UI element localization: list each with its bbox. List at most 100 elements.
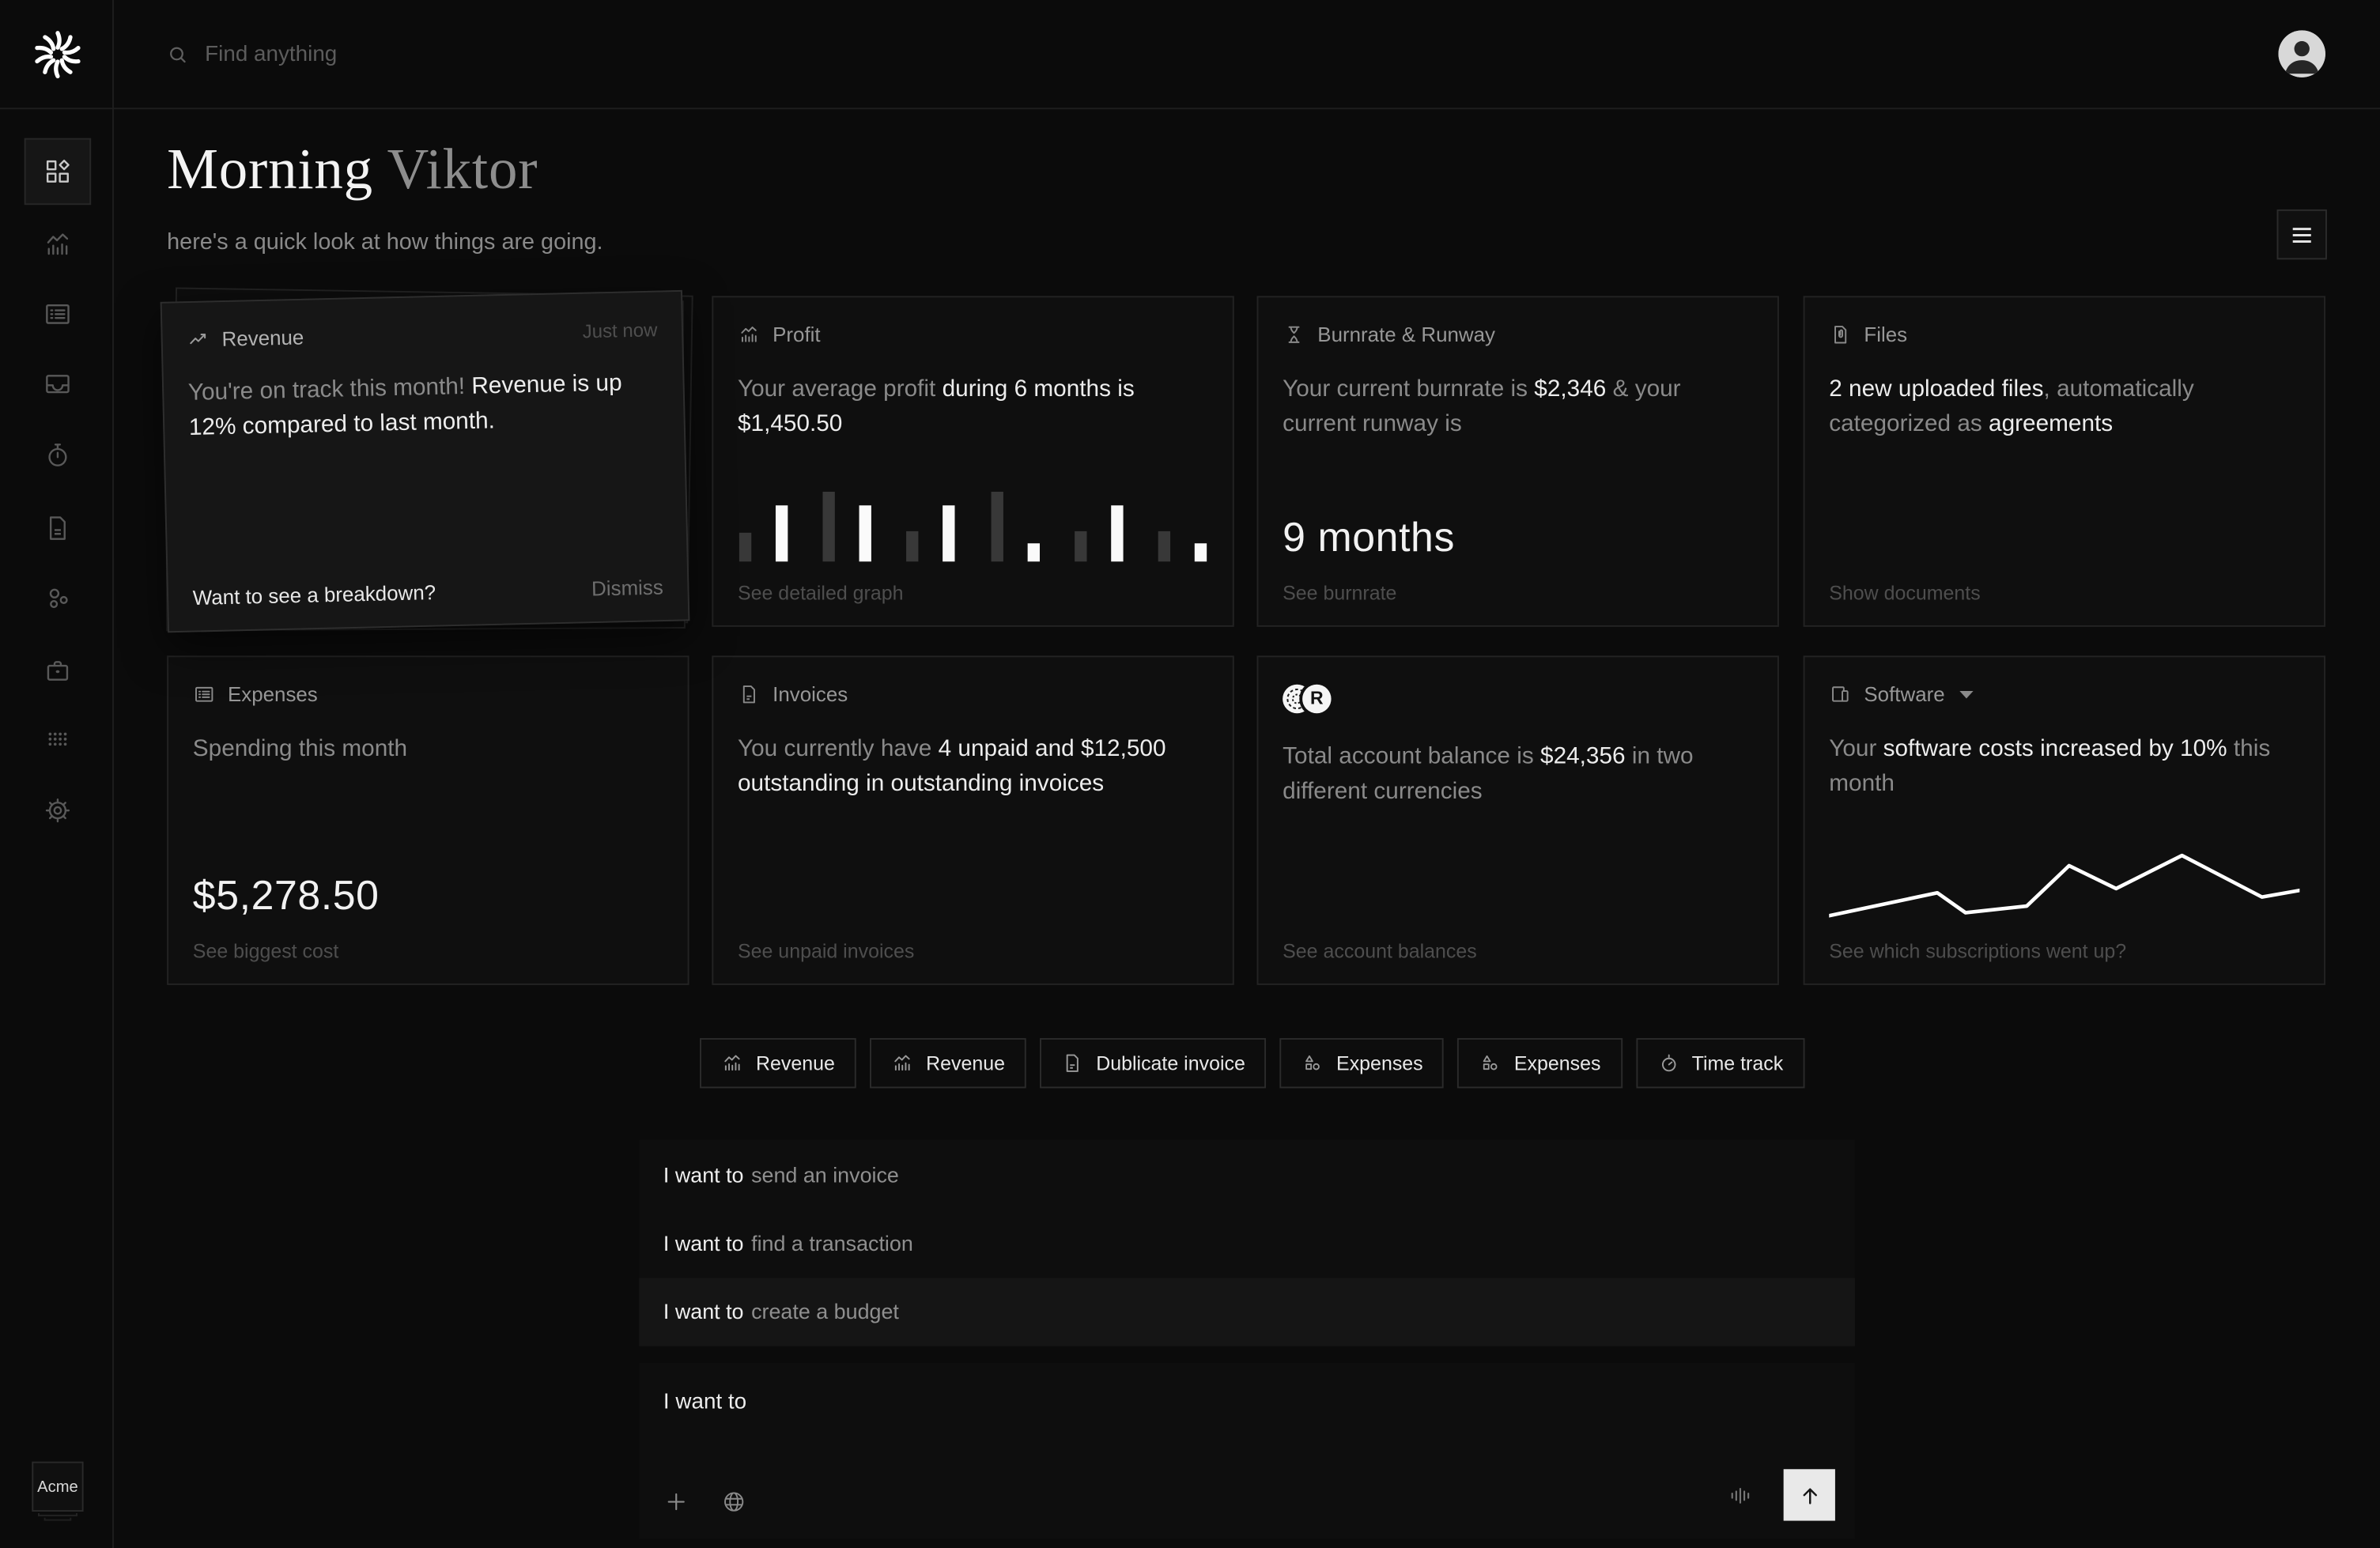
card-title-label: Files — [1864, 323, 1907, 346]
plus-icon[interactable] — [663, 1489, 689, 1515]
sidebar-item-inbox[interactable] — [25, 350, 91, 417]
sidebar-item-transactions[interactable] — [25, 281, 91, 347]
search-input[interactable] — [205, 43, 690, 67]
inbox-icon — [43, 368, 73, 398]
sidebar-item-customers[interactable] — [25, 564, 91, 631]
revenue-notification-card[interactable]: Revenue Just now You're on track this mo… — [161, 290, 690, 632]
arrow-up-icon — [1796, 1482, 1823, 1508]
show-documents-link[interactable]: Show documents — [1829, 581, 2299, 604]
see-biggest-cost-link[interactable]: See biggest cost — [193, 939, 663, 962]
hourglass-icon — [1283, 323, 1305, 346]
revenue-action-button[interactable]: Revenue — [700, 1038, 856, 1088]
duplicate-invoice-action-button[interactable]: Dublicate invoice — [1040, 1038, 1267, 1088]
notification-question[interactable]: Want to see a breakdown? — [192, 581, 436, 610]
sidebar-item-time-tracker[interactable] — [25, 422, 91, 489]
card-title-label: Invoices — [773, 683, 848, 706]
card-text-muted: Spending this month — [193, 736, 407, 762]
layout-menu-button[interactable] — [2277, 210, 2327, 259]
caret-down-icon[interactable] — [1960, 690, 1974, 700]
document-icon — [1061, 1052, 1084, 1074]
expenses-card: Expenses Spending this month $5,278.50 S… — [167, 655, 689, 985]
spending-value: $5,278.50 — [193, 873, 663, 920]
action-label: Dublicate invoice — [1096, 1052, 1245, 1074]
sidebar-item-apps[interactable] — [25, 706, 91, 772]
action-label: Time track — [1692, 1052, 1784, 1074]
user-name: Viktor — [387, 138, 538, 202]
workspace-switcher[interactable]: Acme — [32, 1462, 83, 1512]
see-detailed-graph-link[interactable]: See detailed graph — [738, 581, 1208, 604]
workspace-label: Acme — [37, 1478, 78, 1496]
stopwatch-icon — [1657, 1052, 1679, 1074]
see-burnrate-link[interactable]: See burnrate — [1283, 581, 1753, 604]
sidebar-item-vault[interactable] — [25, 637, 91, 704]
suggestion-text: send an invoice — [751, 1162, 899, 1187]
suggestion-prefix: I want to — [663, 1300, 744, 1324]
account-balance-card: R Total account balance is $24,356 in tw… — [1257, 655, 1779, 985]
paperclip-file-icon — [1829, 323, 1852, 346]
card-text-strong: $2,346 — [1534, 376, 1606, 402]
workspace-stack-decoration — [38, 1513, 77, 1516]
expenses-action-button[interactable]: Expenses — [1280, 1038, 1445, 1088]
briefcase-icon — [43, 655, 73, 685]
globe-icon[interactable] — [721, 1489, 747, 1515]
see-unpaid-invoices-link[interactable]: See unpaid invoices — [738, 939, 1208, 962]
card-text-muted: Your — [1829, 736, 1883, 762]
revenue-action-button[interactable]: Revenue — [870, 1038, 1026, 1088]
user-photo — [2278, 30, 2325, 77]
profit-mini-bar-chart — [738, 492, 1208, 561]
see-account-balances-link[interactable]: See account balances — [1283, 939, 1753, 962]
bar-chart-icon — [891, 1052, 914, 1074]
sidebar-item-files[interactable] — [25, 495, 91, 561]
gear-icon — [43, 795, 73, 825]
card-text-strong: 2 new uploaded files — [1829, 376, 2043, 402]
card-text-strong: software costs increased by 10% — [1883, 736, 2227, 762]
document-icon — [43, 513, 73, 543]
letter-r-badge-icon: R — [1302, 684, 1331, 712]
shapes-icon — [1479, 1052, 1502, 1074]
page-subtitle: here's a quick look at how things are go… — [167, 229, 603, 255]
sidebar-item-analytics[interactable] — [25, 211, 91, 278]
card-title-label: Expenses — [228, 683, 318, 706]
assistant-composer[interactable]: I want to — [639, 1363, 1855, 1539]
assistant-suggestions-panel: I want to send an invoice I want to find… — [639, 1140, 1855, 1346]
composer-input[interactable]: I want to — [663, 1390, 746, 1414]
card-text-strong: $24,356 — [1540, 744, 1626, 770]
files-card: Files 2 new uploaded files, automaticall… — [1804, 296, 2325, 626]
burnrate-card: Burnrate & Runway Your current burnrate … — [1257, 296, 1779, 626]
submit-button[interactable] — [1784, 1469, 1835, 1520]
card-text-muted: Your current burnrate is — [1283, 376, 1534, 402]
action-label: Expenses — [1336, 1052, 1423, 1074]
see-subscriptions-link[interactable]: See which subscriptions went up? — [1829, 939, 2299, 962]
dashboard-icon — [43, 157, 73, 187]
card-text-muted: Total account balance is — [1283, 744, 1540, 770]
action-label: Revenue — [926, 1052, 1005, 1074]
invoices-card: Invoices You currently have 4 unpaid and… — [712, 655, 1233, 985]
suggestion-create-budget[interactable]: I want to create a budget — [639, 1278, 1855, 1346]
waveform-icon[interactable] — [1728, 1482, 1754, 1508]
notification-timestamp: Just now — [582, 319, 657, 342]
avatar[interactable] — [2278, 30, 2325, 77]
global-search[interactable] — [167, 0, 690, 109]
suggestion-send-invoice[interactable]: I want to send an invoice — [639, 1140, 1855, 1209]
app-logo-sunburst-icon[interactable] — [28, 26, 86, 84]
devices-icon — [1829, 683, 1852, 706]
list-card-icon — [43, 299, 73, 329]
card-title-label: Burnrate & Runway — [1317, 323, 1495, 346]
dismiss-button[interactable]: Dismiss — [591, 576, 663, 600]
time-track-action-button[interactable]: Time track — [1636, 1038, 1804, 1088]
suggestion-text: find a transaction — [751, 1231, 913, 1255]
action-label: Revenue — [756, 1052, 835, 1074]
apps-grid-icon — [43, 724, 73, 754]
sidebar: Acme — [0, 0, 114, 1548]
card-text-strong: agreements — [1989, 411, 2113, 437]
sidebar-item-settings[interactable] — [25, 777, 91, 844]
revenue-notification-stack: Revenue Just now You're on track this mo… — [161, 289, 695, 638]
suggestion-find-transaction[interactable]: I want to find a transaction — [639, 1209, 1855, 1278]
expenses-action-button[interactable]: Expenses — [1458, 1038, 1623, 1088]
card-text-muted: You currently have — [738, 736, 939, 762]
card-title-label: Software — [1864, 683, 1944, 706]
sidebar-item-overview[interactable] — [25, 138, 91, 205]
bar-chart-icon — [738, 323, 761, 346]
card-text-muted: Your average profit — [738, 376, 943, 402]
shapes-icon — [1301, 1052, 1324, 1074]
